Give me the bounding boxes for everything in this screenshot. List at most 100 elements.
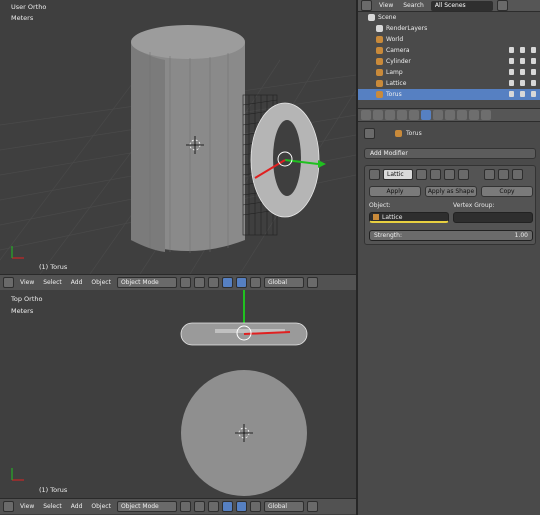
pin-icon[interactable] (364, 128, 375, 139)
lattice-modifier-panel: Lattic Apply Apply as Shape Copy Object:… (364, 165, 536, 245)
mesh-icon (376, 91, 383, 98)
modifier-header: Lattic (369, 169, 523, 180)
outliner-editor-icon[interactable] (361, 0, 372, 11)
properties-context: Torus (364, 128, 536, 139)
rotate-icon[interactable] (235, 277, 247, 288)
scene-icon (368, 14, 375, 21)
translate-icon[interactable] (221, 277, 233, 288)
vertex-group-field[interactable] (453, 212, 533, 223)
vertex-group-label: Vertex Group: (453, 202, 495, 209)
editor-type-icon[interactable] (3, 277, 14, 288)
units-label: Meters (11, 14, 34, 22)
layers-icon[interactable] (306, 501, 318, 512)
mode-select[interactable]: Object Mode (116, 501, 177, 512)
modifiers-tab-icon[interactable] (421, 110, 431, 120)
menu-add[interactable]: Add (68, 503, 86, 510)
outliner-menu-view[interactable]: View (376, 2, 396, 9)
outliner-item-world[interactable]: World (358, 34, 540, 45)
viewport-user-ortho[interactable]: User Ortho Meters (1) Torus (0, 0, 356, 274)
menu-view[interactable]: View (17, 503, 37, 510)
world-tab-icon[interactable] (385, 110, 395, 120)
visibility-icons[interactable] (509, 91, 536, 97)
close-icon[interactable] (512, 169, 523, 180)
copy-button[interactable]: Copy (481, 186, 533, 197)
right-panels: View Search All Scenes Scene RenderLayer… (358, 0, 540, 515)
constraints-tab-icon[interactable] (409, 110, 419, 120)
data-tab-icon[interactable] (433, 110, 443, 120)
outliner-item-camera[interactable]: Camera (358, 45, 540, 56)
pivot-icon[interactable] (193, 501, 205, 512)
show-editmode-icon[interactable] (416, 169, 427, 180)
object-icon (395, 130, 402, 137)
active-object-label: (1) Torus (39, 263, 68, 271)
menu-select[interactable]: Select (40, 279, 65, 286)
particles-tab-icon[interactable] (469, 110, 479, 120)
active-object-label: (1) Torus (39, 486, 68, 494)
shading-icon[interactable] (179, 277, 191, 288)
object-field[interactable]: Lattice (369, 212, 449, 223)
outliner-item-scene[interactable]: Scene (358, 12, 540, 23)
move-down-icon[interactable] (498, 169, 509, 180)
scene-3d-render (0, 25, 356, 274)
object-tab-icon[interactable] (397, 110, 407, 120)
editor-type-icon[interactable] (3, 501, 14, 512)
outliner-header: View Search All Scenes (358, 0, 540, 12)
units-label: Meters (11, 307, 34, 315)
rotate-icon[interactable] (235, 501, 247, 512)
orientation-select[interactable]: Global (263, 277, 304, 288)
physics-tab-icon[interactable] (481, 110, 491, 120)
material-tab-icon[interactable] (445, 110, 455, 120)
outliner-menu-search[interactable]: Search (400, 2, 427, 9)
outliner-item-cylinder[interactable]: Cylinder (358, 56, 540, 67)
outliner-item-lattice[interactable]: Lattice (358, 78, 540, 89)
menu-add[interactable]: Add (68, 279, 86, 286)
orientation-select[interactable]: Global (263, 501, 304, 512)
move-up-icon[interactable] (484, 169, 495, 180)
visibility-icons[interactable] (509, 80, 536, 86)
viewport-top-ortho[interactable]: Top Ortho Meters (1) Torus (0, 290, 356, 498)
view-title: User Ortho (11, 3, 47, 11)
show-render-icon[interactable] (444, 169, 455, 180)
visibility-icons[interactable] (509, 58, 536, 64)
outliner-item-renderlayers[interactable]: RenderLayers (358, 23, 540, 34)
scale-icon[interactable] (249, 277, 261, 288)
menu-object[interactable]: Object (88, 503, 114, 510)
add-modifier-button[interactable]: Add Modifier (364, 148, 536, 159)
manipulator-icon[interactable] (207, 501, 219, 512)
world-icon (376, 36, 383, 43)
collapse-arrow-icon[interactable] (369, 169, 380, 180)
menu-view[interactable]: View (17, 279, 37, 286)
strength-slider[interactable]: Strength: 1.00 (369, 230, 533, 241)
outliner-display-select[interactable]: All Scenes (430, 0, 493, 11)
mesh-icon (376, 58, 383, 65)
mode-select[interactable]: Object Mode (116, 277, 177, 288)
pivot-icon[interactable] (193, 277, 205, 288)
search-icon[interactable] (496, 0, 508, 11)
apply-button[interactable]: Apply (369, 186, 421, 197)
texture-tab-icon[interactable] (457, 110, 467, 120)
visibility-icons[interactable] (509, 47, 536, 53)
menu-select[interactable]: Select (40, 503, 65, 510)
visibility-icons[interactable] (509, 69, 536, 75)
outliner-item-torus[interactable]: Torus (358, 89, 540, 100)
shading-icon[interactable] (179, 501, 191, 512)
camera-icon (376, 47, 383, 54)
modifier-name-field[interactable]: Lattic (383, 169, 413, 180)
object-label: Object: (369, 202, 391, 209)
menu-object[interactable]: Object (88, 279, 114, 286)
manipulator-icon[interactable] (207, 277, 219, 288)
context-object-name: Torus (406, 130, 422, 137)
show-cage-icon[interactable] (458, 169, 469, 180)
scene-tab-icon[interactable] (373, 110, 383, 120)
viewport-header-top: View Select Add Object Object Mode Globa… (0, 274, 356, 290)
show-viewport-icon[interactable] (430, 169, 441, 180)
render-tab-icon[interactable] (361, 110, 371, 120)
outliner-item-lamp[interactable]: Lamp (358, 67, 540, 78)
scene-top-render (11, 290, 308, 496)
lattice-icon (376, 80, 383, 87)
scale-icon[interactable] (249, 501, 261, 512)
translate-icon[interactable] (221, 501, 233, 512)
layers-icon[interactable] (306, 277, 318, 288)
apply-as-shape-button[interactable]: Apply as Shape (425, 186, 477, 197)
renderlayers-icon (376, 25, 383, 32)
